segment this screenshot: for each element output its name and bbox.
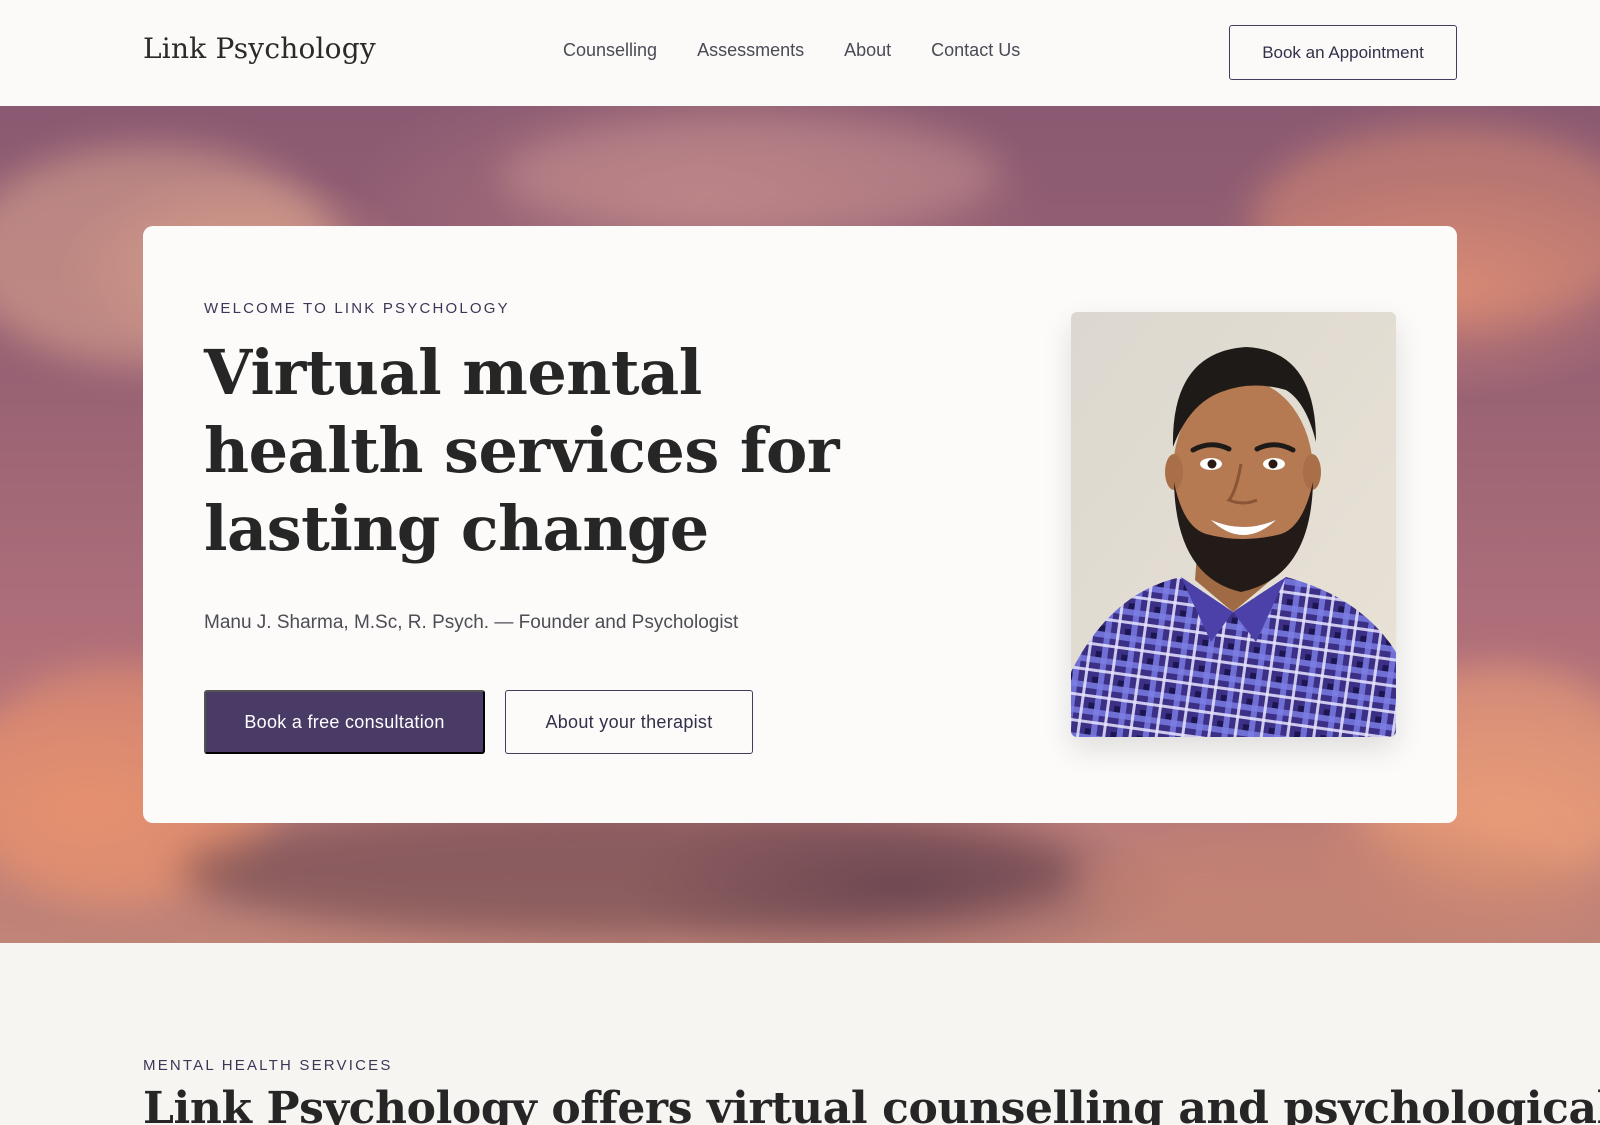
hero-section: WELCOME TO LINK PSYCHOLOGY Virtual menta… [0,106,1600,943]
nav-link-assessments[interactable]: Assessments [697,40,804,61]
site-logo[interactable]: Link Psychology [143,32,376,65]
hero-card: WELCOME TO LINK PSYCHOLOGY Virtual menta… [143,226,1457,823]
services-eyebrow: MENTAL HEALTH SERVICES [143,1057,393,1074]
book-appointment-button[interactable]: Book an Appointment [1229,25,1457,80]
therapist-portrait-icon [1071,312,1396,737]
sky-cloud [180,806,1080,936]
book-consultation-button[interactable]: Book a free consultation [204,690,485,754]
therapist-photo [1071,312,1396,737]
site-header: Link Psychology Counselling Assessments … [0,0,1600,106]
nav-link-about[interactable]: About [844,40,891,61]
main-nav: Counselling Assessments About Contact Us [563,40,1020,61]
nav-link-contact[interactable]: Contact Us [931,40,1020,61]
services-title: Link Psychology offers virtual counselli… [143,1083,1600,1125]
nav-link-counselling[interactable]: Counselling [563,40,657,61]
services-section: MENTAL HEALTH SERVICES Link Psychology o… [0,943,1600,1125]
hero-title: Virtual mental health services for lasti… [204,336,840,565]
sky-cloud [1080,826,1580,943]
about-therapist-button[interactable]: About your therapist [505,690,753,754]
hero-eyebrow: WELCOME TO LINK PSYCHOLOGY [204,300,510,317]
sky-cloud [500,116,1000,236]
hero-subtitle: Manu J. Sharma, M.Sc, R. Psych. — Founde… [204,612,739,633]
